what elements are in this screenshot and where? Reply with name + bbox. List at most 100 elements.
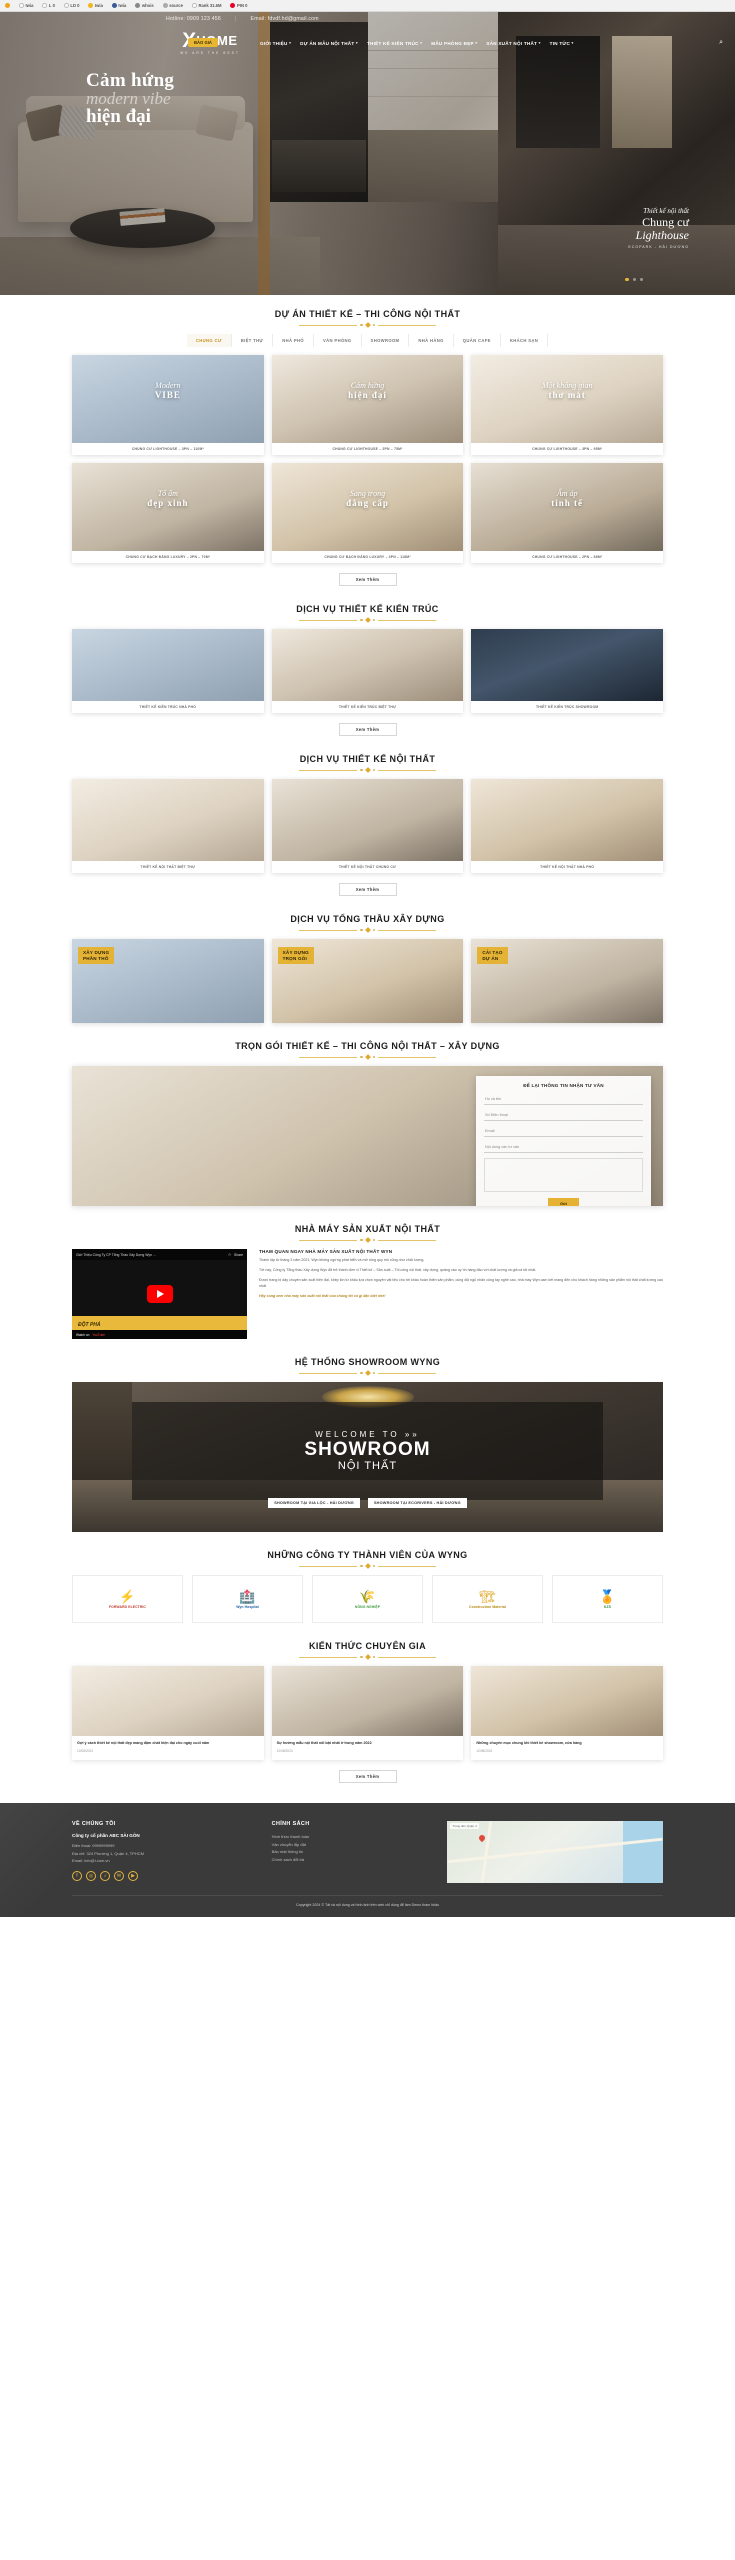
project-overlay-bottom: đẹp xinh — [147, 498, 189, 509]
bookmark-item[interactable]: PIN 0 — [230, 3, 247, 8]
bookmark-item[interactable]: Iwia — [88, 3, 103, 8]
message-textarea[interactable] — [484, 1158, 643, 1192]
browser-bookmarks-bar: Iwia L 0 LD 0 Iwia Iwia whois source Ran… — [0, 0, 735, 12]
architecture-card[interactable]: THIẾT KẾ KIẾN TRÚC SHOWROOM — [471, 629, 663, 713]
section-title: DỊCH VỤ TỔNG THẦU XÂY DỰNG — [290, 914, 445, 924]
quote-button[interactable]: BÁO GIÁ — [188, 38, 218, 47]
tab-biet-thu[interactable]: BIỆT THỰ — [231, 334, 274, 347]
tab-nha-hang[interactable]: NHÀ HÀNG — [409, 334, 454, 347]
architecture-more-button[interactable]: Xem Thêm — [338, 723, 397, 736]
showroom-section: HỆ THỐNG SHOWROOM WYNG WELCOME TO »» SHO… — [0, 1343, 735, 1536]
slider-dot[interactable] — [639, 277, 643, 281]
extension-icon — [5, 3, 10, 8]
footer-policy-link[interactable]: Chính sách đổi trả — [272, 1856, 432, 1863]
partner-name: NÔNG NGHIỆP — [354, 1604, 381, 1609]
tab-nha-pho[interactable]: NHÀ PHỐ — [273, 334, 315, 347]
bookmark-item[interactable]: LD 0 — [63, 3, 79, 8]
footer-policy-link[interactable]: Hình thức thanh toán — [272, 1833, 432, 1840]
slider-dot[interactable] — [625, 277, 629, 281]
nav-item-tin-tuc[interactable]: TIN TỨC ▾ — [550, 41, 574, 46]
video-banner-band: ĐỘT PHÁ — [72, 1316, 247, 1330]
bookmark-item[interactable]: whois — [135, 3, 154, 8]
interior-card[interactable]: THIẾT KẾ NỘI THẤT NHÀ PHỐ — [471, 779, 663, 873]
interior-card[interactable]: THIẾT KẾ NỘI THẤT BIỆT THỰ — [72, 779, 264, 873]
facebook-icon[interactable]: f — [72, 1870, 82, 1881]
phone-field[interactable]: Số Điện thoại — [484, 1110, 643, 1121]
showroom-button-gia-loc[interactable]: SHOWROOM TẠI GIA LỘC - HẢI DƯƠNG — [268, 1498, 360, 1508]
projects-more-button[interactable]: Xem Thêm — [338, 573, 397, 586]
partner-logo-forward-electric[interactable]: ⚡ FORWARD ELECTRIC — [72, 1575, 183, 1623]
tiktok-icon[interactable]: ♪ — [100, 1870, 110, 1881]
footer-policy-link[interactable]: Vận chuyển lắp đặt — [272, 1841, 432, 1848]
construction-grid: XÂY DỰNG PHẦN THÔ XÂY DỰNG TRỌN GÓI CẢI … — [0, 939, 735, 1023]
email-field[interactable]: Email — [484, 1126, 643, 1137]
project-card[interactable]: Một không gian thơ mát CHUNG CƯ LIGHTHOUS… — [471, 355, 663, 455]
project-caption: CHUNG CƯ BẠCH ĐẰNG LUXURY – 2PN – 70M² — [125, 555, 211, 559]
top-contact-bar: Hotline: 0909 123 456 | Email: fdvdf.hd@… — [0, 12, 735, 26]
construction-label: CẢI TẠO DỰ ÁN — [477, 947, 508, 965]
blog-card[interactable]: Gợi ý cách thiết kế nội thất đẹp mang đậ… — [72, 1666, 264, 1761]
tab-van-phong[interactable]: VĂN PHÒNG — [314, 334, 362, 347]
interior-more-button[interactable]: Xem Thêm — [338, 883, 397, 896]
bookmark-item[interactable] — [5, 3, 10, 8]
tab-showroom[interactable]: SHOWROOM — [361, 334, 410, 347]
tab-quan-cafe[interactable]: QUÁN CAFE — [453, 334, 501, 347]
blog-card[interactable]: Những chuyên mục chung khi thiết kế show… — [471, 1666, 663, 1761]
blog-card[interactable]: Sự hướng mẫu nội thất nổi bật nhất ở tro… — [271, 1666, 464, 1761]
tab-khach-san[interactable]: KHÁCH SẠN — [500, 334, 549, 347]
bookmark-item[interactable]: L 0 — [42, 3, 55, 8]
project-card[interactable]: Cảm hứng hiện đại CHUNG CƯ LIGHTHOUSE – 2… — [271, 355, 464, 455]
construction-card[interactable]: CẢI TẠO DỰ ÁN — [471, 939, 663, 1023]
partner-logo-construction-material[interactable]: 🏗 Construction Material — [432, 1575, 543, 1623]
nav-item-mau-phong-dep[interactable]: MẪU PHÒNG ĐẸP ▾ — [431, 41, 477, 46]
project-card[interactable]: Ấm áp tinh tế CHUNG CƯ LIGHTHOUSE – 2PN –… — [471, 463, 663, 563]
section-title: HỆ THỐNG SHOWROOM WYNG — [294, 1357, 441, 1367]
youtube-player[interactable]: Giới Thiệu Công Ty CP Tổng Thầu Xây Dựng… — [72, 1249, 247, 1339]
hero-slider-dots[interactable] — [625, 277, 643, 281]
name-field[interactable]: Họ và tên — [484, 1094, 643, 1105]
tab-chung-cu[interactable]: CHUNG CƯ — [186, 334, 232, 347]
youtube-icon[interactable]: ▶ — [128, 1870, 138, 1881]
chevron-down-icon: ▾ — [289, 41, 292, 45]
share-label[interactable]: Share — [234, 1253, 243, 1257]
partner-logo-wyn-hospital[interactable]: 🏥 Wyn Hospital — [192, 1575, 303, 1623]
showroom-button-ecorivers[interactable]: SHOWROOM TẠI ECORIVERS - HẢI DƯƠNG — [367, 1498, 467, 1508]
play-button-icon[interactable] — [146, 1285, 173, 1303]
factory-article: THAM QUAN NGAY NHÀ MÁY SẢN XUẤT NỘI THẤT… — [259, 1249, 663, 1339]
footer-policy-column: CHÍNH SÁCH Hình thức thanh toán Vận chuy… — [272, 1821, 432, 1883]
architecture-thumbnail — [271, 629, 464, 701]
architecture-card[interactable]: THIẾT KẾ KIẾN TRÚC NHÀ PHỐ — [72, 629, 264, 713]
mail-icon[interactable]: ✉ — [114, 1870, 124, 1881]
interior-card[interactable]: THIẾT KẾ NỘI THẤT CHUNG CƯ — [271, 779, 464, 873]
instagram-icon[interactable]: ◎ — [86, 1870, 96, 1881]
submit-button[interactable]: Gửi — [547, 1198, 580, 1206]
bookmark-label: PIN 0 — [236, 3, 248, 8]
nav-item-san-xuat-noi-that[interactable]: SẢN XUẤT NỘI THẤT ▾ — [486, 41, 540, 46]
project-overlay-bottom: thơ mát — [548, 390, 586, 401]
partner-logo-nong-nghiep[interactable]: 🌾 NÔNG NGHIỆP — [312, 1575, 423, 1623]
architecture-thumbnail — [471, 629, 663, 701]
search-icon[interactable]: ⌕ — [719, 39, 723, 47]
slider-dot[interactable] — [632, 277, 636, 281]
section-title: DỊCH VỤ THIẾT KẾ KIẾN TRÚC — [296, 604, 439, 614]
youtube-icon[interactable]: YouTube — [92, 1333, 105, 1337]
nav-item-thiet-ke-kien-truc[interactable]: THIẾT KẾ KIẾN TRÚC ▾ — [367, 41, 422, 46]
project-card[interactable]: Modern VIBE CHUNG CƯ LIGHTHOUSE – 3PN – 1… — [72, 355, 264, 455]
bookmark-item[interactable]: Rank 31.6M — [191, 3, 221, 8]
construction-card[interactable]: XÂY DỰNG TRỌN GÓI — [271, 939, 464, 1023]
bookmark-item[interactable]: source — [162, 3, 183, 8]
bookmark-label: source — [169, 3, 183, 8]
blog-more-button[interactable]: Xem Thêm — [338, 1770, 397, 1784]
bookmark-item[interactable]: Iwia — [19, 3, 33, 8]
architecture-card[interactable]: THIẾT KẾ KIẾN TRÚC BIỆT THỰ — [271, 629, 464, 713]
project-card[interactable]: Tổ ấm đẹp xinh CHUNG CƯ BẠCH ĐẰNG LUXURY … — [72, 463, 264, 563]
watch-later-icon[interactable]: ⏱ — [228, 1253, 231, 1257]
nav-item-du-an-mau-noi-that[interactable]: DỰ ÁN MẪU NỘI THẤT ▾ — [300, 41, 358, 46]
bookmark-item[interactable]: Iwia — [111, 3, 126, 8]
footer-policy-link[interactable]: Bảo mật thông tin — [272, 1848, 432, 1855]
location-map[interactable]: Trung tâm Quận 4 — [447, 1821, 663, 1884]
nav-item-gioi-thieu[interactable]: GIỚI THIỆU ▾ — [260, 41, 291, 46]
construction-card[interactable]: XÂY DỰNG PHẦN THÔ — [72, 939, 264, 1023]
partner-logo-kzs[interactable]: 🏅 KZS — [552, 1575, 663, 1623]
project-card[interactable]: Sang trọng đẳng cấp CHUNG CƯ BẠCH ĐẰNG LU… — [271, 463, 464, 563]
